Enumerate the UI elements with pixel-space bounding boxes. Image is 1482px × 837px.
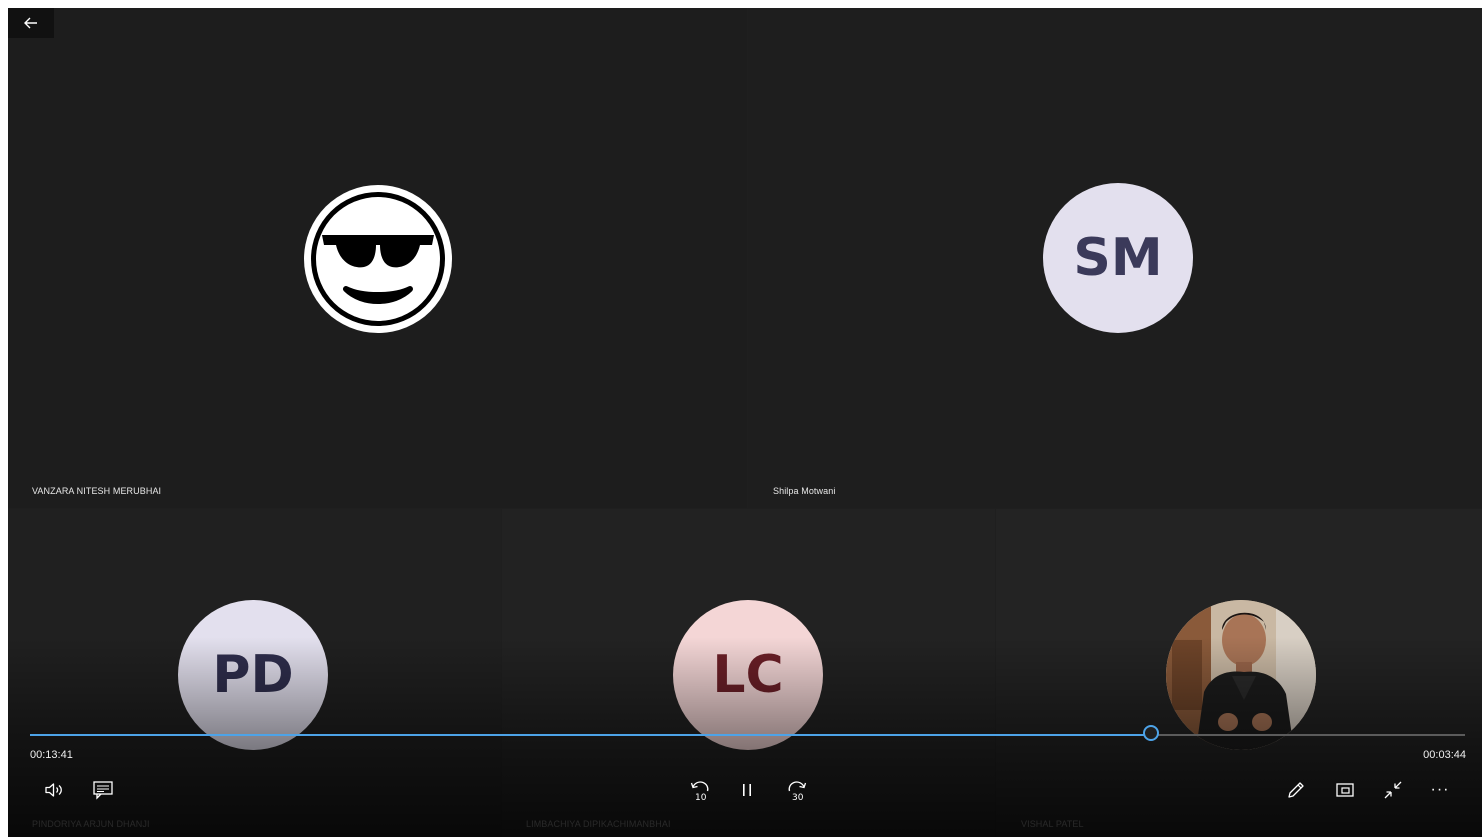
captions-button[interactable] — [88, 775, 118, 805]
elapsed-time: 00:13:41 — [30, 749, 73, 761]
more-button[interactable]: ··· — [1425, 775, 1455, 805]
remaining-time: 00:03:44 — [1423, 749, 1466, 761]
more-icon: ··· — [1430, 781, 1450, 798]
captions-icon — [93, 781, 113, 800]
media-controls: 00:13:41 00:03:44 10 30 ··· — [8, 8, 1482, 837]
volume-button[interactable] — [40, 775, 70, 805]
skip-forward-button[interactable]: 30 — [782, 775, 812, 805]
skip-back-10-icon: 10 — [690, 781, 709, 802]
seek-progress — [30, 734, 1151, 736]
seek-thumb[interactable] — [1142, 725, 1159, 741]
volume-icon — [45, 783, 62, 797]
skip-forward-30-icon: 30 — [788, 781, 807, 802]
skip-back-seconds: 10 — [695, 793, 707, 802]
draw-button[interactable] — [1281, 775, 1311, 805]
mini-view-button[interactable] — [1330, 775, 1360, 805]
skip-forward-seconds: 30 — [792, 793, 804, 802]
picture-in-picture-icon — [1336, 783, 1354, 797]
pause-button[interactable] — [732, 775, 762, 805]
skip-back-button[interactable]: 10 — [685, 775, 715, 805]
exit-fullscreen-button[interactable] — [1378, 775, 1408, 805]
seek-bar[interactable] — [30, 725, 1465, 741]
video-stage: VANZARA NITESH MERUBHAI SM Shilpa Motwan… — [8, 8, 1482, 837]
pause-icon — [743, 784, 751, 796]
exit-fullscreen-icon — [1384, 781, 1402, 799]
pen-icon — [1288, 782, 1304, 798]
